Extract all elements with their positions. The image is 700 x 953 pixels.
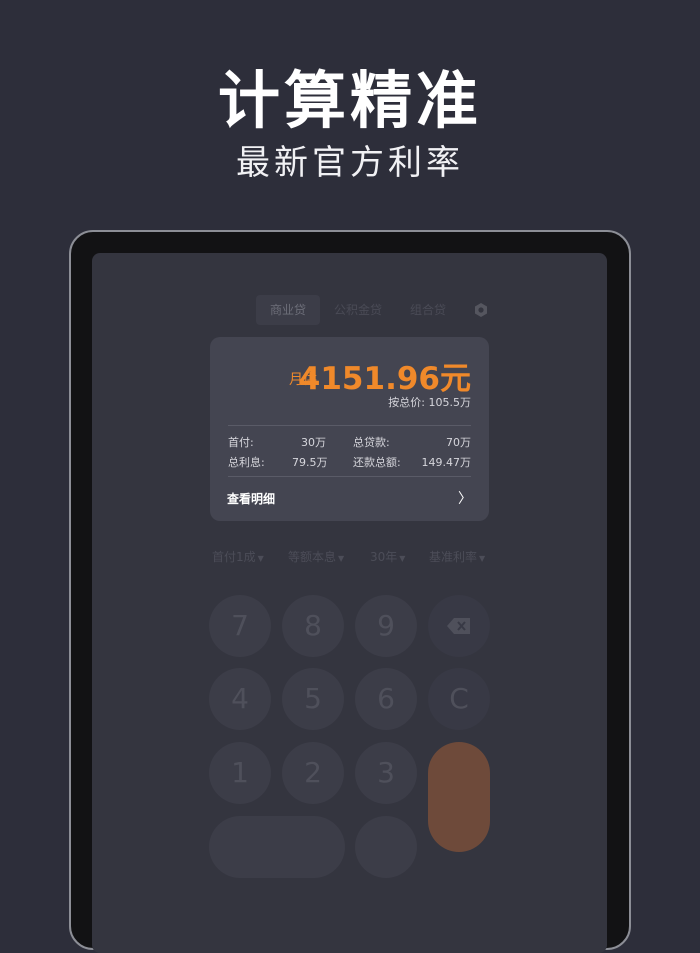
gear-icon[interactable]	[473, 302, 489, 318]
divider	[228, 476, 471, 477]
key-5[interactable]: 5	[282, 668, 344, 730]
promo-subheadline: 最新官方利率	[236, 143, 464, 183]
key-0[interactable]	[209, 816, 345, 878]
interest-label: 总利息:	[228, 456, 265, 469]
divider	[228, 425, 471, 426]
clear-button[interactable]: C	[428, 668, 490, 730]
app-screen: 商业贷 公积金贷 组合贷 月供 4151.96元 按总价: 105.5万 首付:…	[92, 253, 607, 953]
down-payment-label: 首付:	[228, 436, 254, 449]
view-details-link[interactable]: 查看明细	[227, 490, 275, 507]
result-card: 月供 4151.96元 按总价: 105.5万 首付: 30万 总贷款: 70万…	[210, 337, 489, 521]
key-8[interactable]: 8	[282, 595, 344, 657]
option-interest-rate[interactable]: 基准利率 ▼	[429, 548, 485, 565]
key-decimal[interactable]	[355, 816, 417, 878]
caret-down-icon: ▼	[338, 554, 345, 563]
tab-commercial[interactable]: 商业贷	[256, 295, 321, 325]
tab-provident-fund[interactable]: 公积金贷	[320, 295, 396, 325]
option-repayment-method[interactable]: 等额本息 ▼	[288, 548, 344, 565]
option-loan-term[interactable]: 30年 ▼	[370, 548, 405, 565]
total-price-label: 按总价:	[388, 396, 425, 409]
calculate-button[interactable]	[428, 742, 490, 852]
promo-headline: 计算精准	[217, 64, 482, 137]
key-6[interactable]: 6	[355, 668, 417, 730]
down-payment-value: 30万	[301, 436, 326, 449]
key-3[interactable]: 3	[355, 742, 417, 804]
key-7[interactable]: 7	[209, 595, 271, 657]
key-9[interactable]: 9	[355, 595, 417, 657]
total-price: 按总价: 105.5万	[388, 394, 471, 410]
key-2[interactable]: 2	[282, 742, 344, 804]
loan-total-value: 70万	[446, 436, 471, 449]
repay-total-value: 149.47万	[421, 456, 472, 469]
caret-down-icon: ▼	[257, 554, 264, 563]
chevron-right-icon[interactable]: 〉	[458, 488, 472, 508]
key-4[interactable]: 4	[209, 668, 271, 730]
backspace-icon	[447, 618, 470, 634]
key-1[interactable]: 1	[209, 742, 271, 804]
interest-value: 79.5万	[292, 456, 328, 469]
option-down-payment[interactable]: 首付1成 ▼	[212, 548, 264, 565]
monthly-payment-value: 4151.96元	[298, 361, 471, 397]
repay-total-label: 还款总额:	[353, 456, 401, 469]
caret-down-icon: ▼	[399, 554, 406, 563]
loan-total-label: 总贷款:	[353, 436, 390, 449]
loan-type-tabs: 商业贷 公积金贷 组合贷	[256, 295, 460, 325]
backspace-button[interactable]	[428, 595, 490, 657]
caret-down-icon: ▼	[479, 554, 486, 563]
tab-combined[interactable]: 组合贷	[396, 295, 460, 325]
total-price-value: 105.5万	[428, 396, 472, 409]
